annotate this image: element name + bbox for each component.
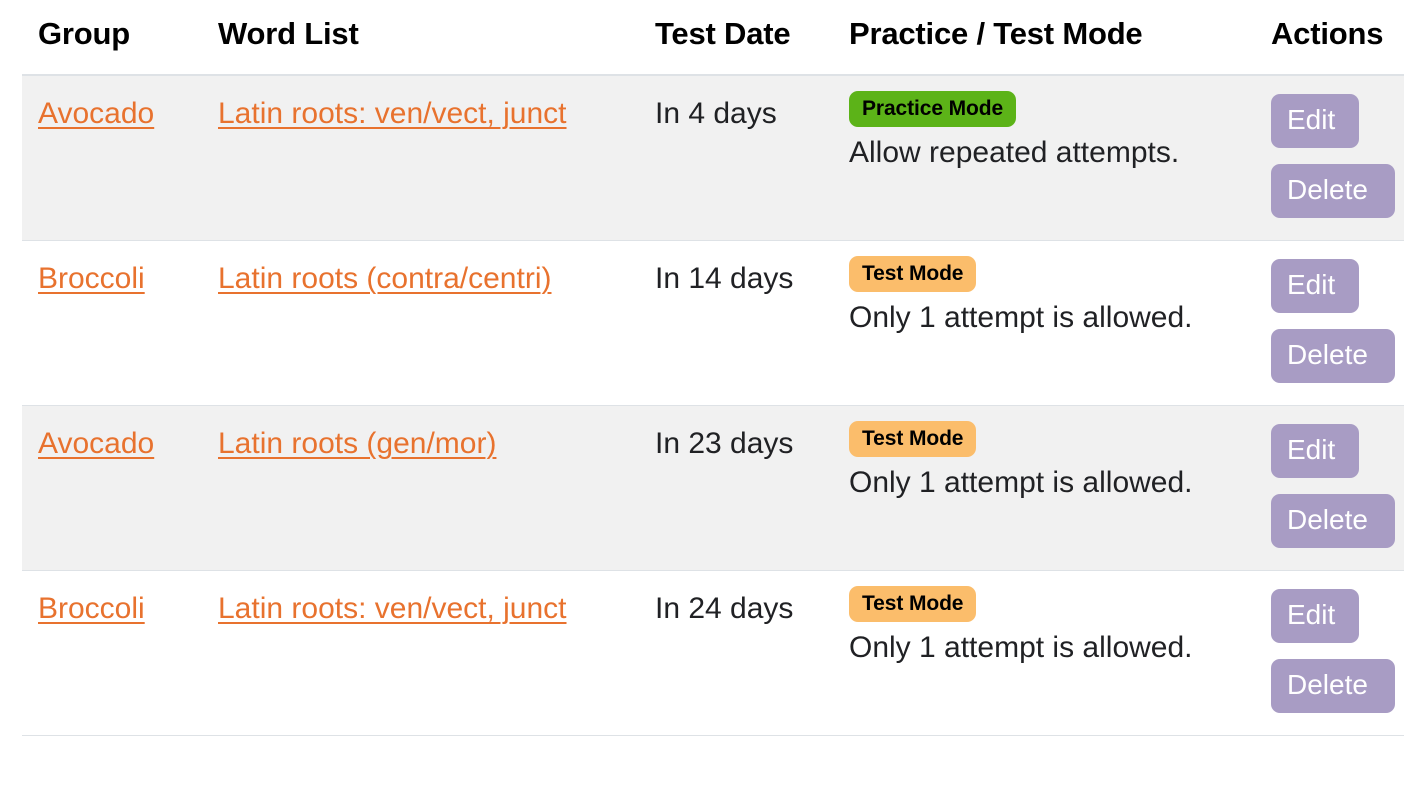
column-header-test-date: Test Date — [639, 0, 833, 76]
word-list-link[interactable]: Latin roots: ven/vect, junct — [218, 592, 567, 625]
group-link[interactable]: Avocado — [38, 427, 154, 460]
column-header-word-list: Word List — [202, 0, 639, 76]
group-link[interactable]: Avocado — [38, 97, 154, 130]
word-list-link[interactable]: Latin roots: ven/vect, junct — [218, 97, 567, 130]
mode-description: Only 1 attempt is allowed. — [849, 631, 1193, 664]
cell-word-list: Latin roots: ven/vect, junct — [202, 75, 639, 241]
delete-button[interactable]: Delete — [1271, 659, 1395, 713]
test-date-text: In 14 days — [655, 262, 794, 295]
table-header: Group Word List Test Date Practice / Tes… — [22, 0, 1404, 76]
edit-button[interactable]: Edit — [1271, 259, 1359, 313]
cell-mode: Practice Mode Allow repeated attempts. — [833, 75, 1255, 241]
delete-button[interactable]: Delete — [1271, 329, 1395, 383]
edit-button[interactable]: Edit — [1271, 589, 1359, 643]
table-row: Avocado Latin roots: ven/vect, junct In … — [22, 75, 1404, 241]
edit-button[interactable]: Edit — [1271, 94, 1359, 148]
cell-actions: Edit Delete — [1255, 240, 1404, 406]
cell-group: Broccoli — [22, 240, 202, 406]
delete-button[interactable]: Delete — [1271, 164, 1395, 218]
table-row: Avocado Latin roots (gen/mor) In 23 days… — [22, 405, 1404, 571]
mode-description: Only 1 attempt is allowed. — [849, 466, 1193, 499]
test-date-text: In 24 days — [655, 592, 794, 625]
cell-actions: Edit Delete — [1255, 570, 1404, 736]
table-row: Broccoli Latin roots: ven/vect, junct In… — [22, 570, 1404, 736]
group-link[interactable]: Broccoli — [38, 262, 145, 295]
cell-group: Broccoli — [22, 570, 202, 736]
cell-test-date: In 23 days — [639, 405, 833, 571]
word-list-link[interactable]: Latin roots (gen/mor) — [218, 427, 496, 460]
cell-test-date: In 4 days — [639, 75, 833, 241]
cell-word-list: Latin roots (gen/mor) — [202, 405, 639, 571]
cell-mode: Test Mode Only 1 attempt is allowed. — [833, 405, 1255, 571]
word-list-link[interactable]: Latin roots (contra/centri) — [218, 262, 551, 295]
mode-description: Allow repeated attempts. — [849, 136, 1180, 169]
column-header-actions: Actions — [1255, 0, 1404, 76]
test-date-text: In 4 days — [655, 97, 777, 130]
table-body: Avocado Latin roots: ven/vect, junct In … — [22, 75, 1404, 736]
schedule-table: Group Word List Test Date Practice / Tes… — [22, 0, 1404, 736]
test-date-text: In 23 days — [655, 427, 794, 460]
cell-group: Avocado — [22, 75, 202, 241]
cell-word-list: Latin roots: ven/vect, junct — [202, 570, 639, 736]
status-badge-test-mode: Test Mode — [849, 586, 977, 622]
table-header-row: Group Word List Test Date Practice / Tes… — [22, 0, 1404, 76]
column-header-mode: Practice / Test Mode — [833, 0, 1255, 76]
schedule-table-container: Group Word List Test Date Practice / Tes… — [0, 0, 1426, 736]
group-link[interactable]: Broccoli — [38, 592, 145, 625]
table-row: Broccoli Latin roots (contra/centri) In … — [22, 240, 1404, 406]
cell-word-list: Latin roots (contra/centri) — [202, 240, 639, 406]
edit-button[interactable]: Edit — [1271, 424, 1359, 478]
cell-mode: Test Mode Only 1 attempt is allowed. — [833, 240, 1255, 406]
cell-mode: Test Mode Only 1 attempt is allowed. — [833, 570, 1255, 736]
cell-test-date: In 24 days — [639, 570, 833, 736]
status-badge-test-mode: Test Mode — [849, 256, 977, 292]
mode-description: Only 1 attempt is allowed. — [849, 301, 1193, 334]
status-badge-practice-mode: Practice Mode — [849, 91, 1017, 127]
status-badge-test-mode: Test Mode — [849, 421, 977, 457]
cell-test-date: In 14 days — [639, 240, 833, 406]
cell-actions: Edit Delete — [1255, 405, 1404, 571]
cell-group: Avocado — [22, 405, 202, 571]
cell-actions: Edit Delete — [1255, 75, 1404, 241]
column-header-group: Group — [22, 0, 202, 76]
delete-button[interactable]: Delete — [1271, 494, 1395, 548]
